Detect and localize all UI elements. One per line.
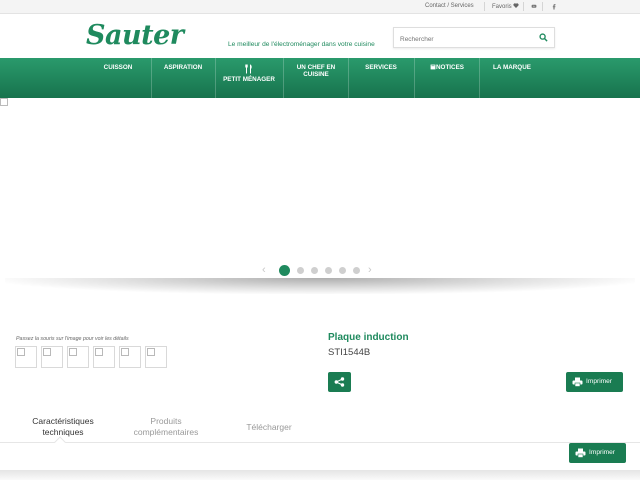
product-title: Plaque induction [328,332,409,343]
top-utility-bar: Contact / Services Favoris [0,0,640,14]
tagline: Le meilleur de l'électroménager dans vot… [228,41,375,48]
nav-item-aspiration[interactable]: ASPIRATION [152,58,214,98]
print-button[interactable]: Imprimer [566,372,623,392]
sticky-bar-shadow [0,470,640,480]
sticky-print-button[interactable]: Imprimer [569,443,626,463]
hero-banner [0,98,640,278]
nav-item-la-marque[interactable]: LA MARQUE [480,58,544,98]
carousel-dot[interactable] [339,267,346,274]
nav-item-cuisson[interactable]: CUISSON [88,58,148,98]
zoom-hint: Passez la souris sur l'image pour voir l… [16,336,129,342]
heart-icon [513,3,519,8]
nav-item-petit-menager[interactable]: PETIT MÉNAGER [216,58,282,98]
search-icon[interactable] [539,33,548,42]
tab-caracteristiques-techniques[interactable]: Caractéristiques techniques [20,416,106,438]
print-label: Imprimer [586,378,613,385]
product-thumbnail[interactable] [145,346,167,368]
sauter-logo[interactable]: Sauter [86,20,198,52]
banner-shadow [5,278,635,294]
divider [484,2,485,11]
broken-image-icon [0,98,8,106]
youtube-icon[interactable] [530,3,537,10]
print-label: Imprimer [589,449,616,456]
carousel-dot[interactable] [325,267,332,274]
main-navigation: CUISSON ASPIRATION PETIT MÉNAGER UN CHEF… [0,58,640,98]
share-icon [334,377,345,387]
search-box [393,27,555,49]
utensils-icon [245,64,252,74]
nav-item-services[interactable]: SERVICES [349,58,413,98]
nav-item-notices[interactable]: NOTICES [415,58,479,98]
product-thumbnail[interactable] [41,346,63,368]
nav-item-label: LA MARQUE [493,64,531,71]
nav-item-un-chef-en-cuisine[interactable]: UN CHEF EN CUISINE [284,58,348,98]
search-input[interactable] [394,30,534,49]
tab-produits-complementaires[interactable]: Produits complémentaires [124,416,208,438]
favoris-label: Favoris [492,4,512,10]
carousel-dot[interactable] [279,265,290,276]
carousel-pagination: ‹ › [262,264,382,276]
printer-icon [572,377,583,387]
nav-item-label: UN CHEF EN CUISINE [296,64,336,78]
printer-icon [575,448,586,458]
contact-services-link[interactable]: Contact / Services [425,3,474,9]
carousel-prev-arrow-icon[interactable]: ‹ [262,264,266,276]
divider [523,2,524,11]
nav-item-label: PETIT MÉNAGER [223,76,275,83]
active-tab-caret-icon [54,436,66,448]
product-thumbnail[interactable] [67,346,89,368]
product-thumbnail[interactable] [119,346,141,368]
tabs-underline [0,442,640,443]
share-button[interactable] [328,372,351,392]
product-thumbnail[interactable] [93,346,115,368]
tab-label-line: complémentaires [133,427,199,437]
nav-item-label: ASPIRATION [163,64,203,71]
nav-item-label: CUISSON [103,64,133,71]
nav-item-label: SERVICES [365,64,397,71]
product-reference: STI1544B [328,347,371,358]
carousel-dot[interactable] [297,267,304,274]
nav-item-label: NOTICES [436,64,464,71]
tab-label-line: Télécharger [246,422,292,432]
divider [542,2,543,11]
favoris-link[interactable]: Favoris [492,3,519,10]
logo-text: Sauter [86,20,184,51]
tab-telecharger[interactable]: Télécharger [230,422,308,433]
tab-label-line: Produits [150,416,182,426]
carousel-dot[interactable] [353,267,360,274]
carousel-dot[interactable] [311,267,318,274]
tab-label-line: techniques [42,427,84,437]
product-thumbnail[interactable] [15,346,37,368]
tab-label-line: Caractéristiques [32,416,94,426]
carousel-next-arrow-icon[interactable]: › [368,264,372,276]
facebook-icon[interactable] [550,3,557,10]
